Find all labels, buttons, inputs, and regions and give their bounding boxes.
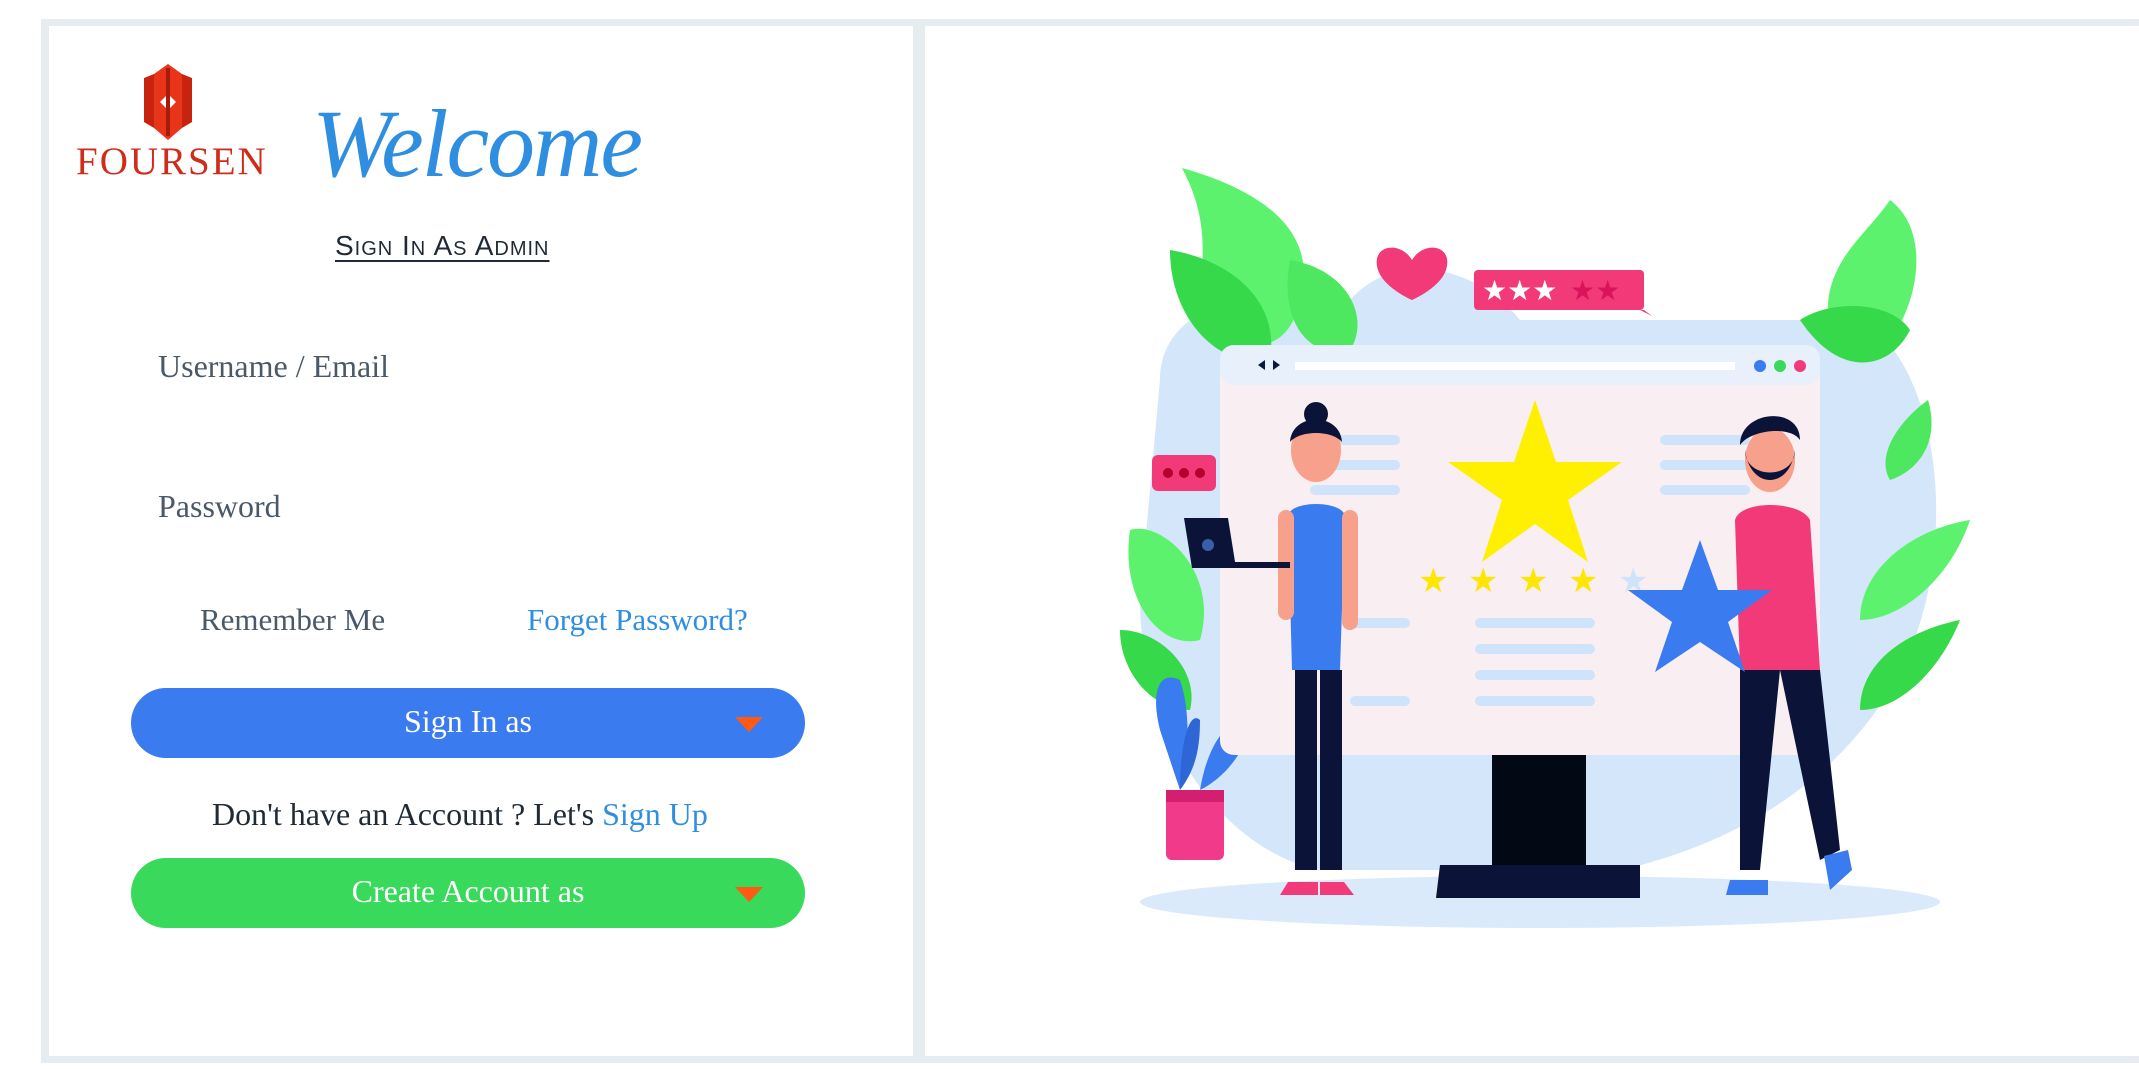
sign-in-label: Sign In as [404,703,532,739]
review-illustration: ★★★ ★★ ★ ★ ★ ★ ★ [1120,168,1970,928]
dropdown-caret-icon [735,887,763,902]
forgot-password-link[interactable]: Forget Password? [527,604,748,635]
dropdown-caret-icon [735,717,763,732]
create-account-label: Create Account as [351,873,585,909]
sign-in-as-dropdown[interactable]: Sign In as [131,688,805,758]
fousen-logo-icon [144,64,192,140]
svg-text:★★★: ★★★ [1482,274,1557,307]
signup-prompt-text: Don't have an Account ? Let's [212,796,595,832]
svg-text:★: ★ [1418,561,1448,601]
svg-text:★: ★ [1518,561,1548,601]
svg-text:★: ★ [1468,561,1498,601]
remember-me-checkbox[interactable]: Remember Me [200,604,385,635]
sign-in-as-admin-link[interactable]: Sign In As Admin [335,232,550,260]
sign-up-link[interactable]: Sign Up [602,796,708,832]
signup-prompt: Don't have an Account ? Let's Sign Up [212,798,708,830]
brand-logo: FOURSEN [76,64,268,184]
username-field[interactable]: Username / Email [158,350,389,382]
create-account-as-dropdown[interactable]: Create Account as [131,858,805,928]
brand-name: FOURSEN [76,140,268,183]
password-field[interactable]: Password [158,490,281,522]
welcome-title: Welcome [312,90,643,197]
svg-text:★: ★ [1568,561,1598,601]
svg-text:★★: ★★ [1570,274,1620,307]
